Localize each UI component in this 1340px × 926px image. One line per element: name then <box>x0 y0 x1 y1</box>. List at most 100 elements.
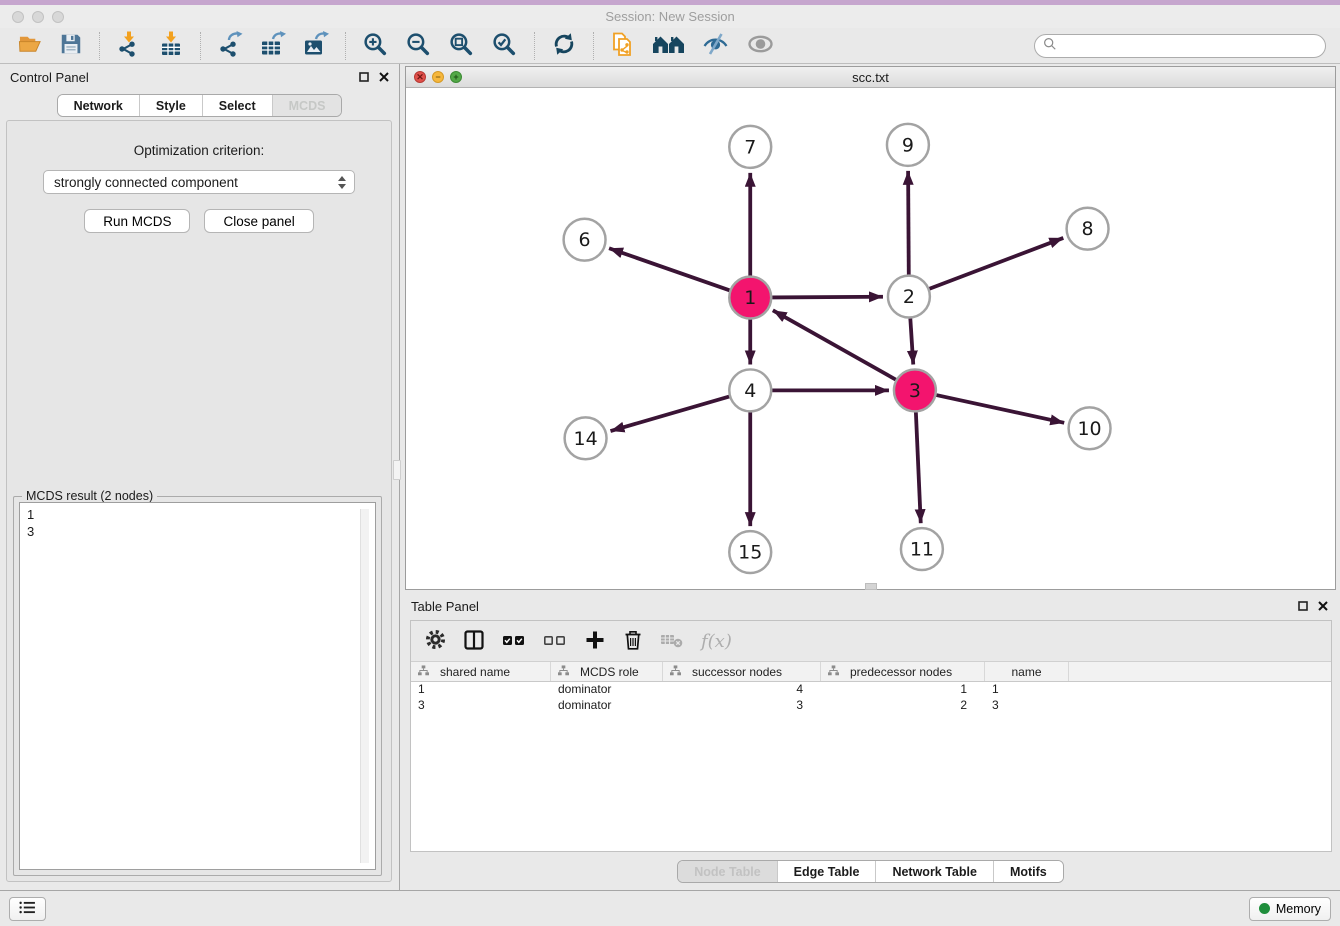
first-neighbors-button[interactable] <box>644 30 693 62</box>
column-header-shared-name[interactable]: shared name <box>411 662 551 681</box>
clone-network-icon <box>610 31 636 61</box>
search-input[interactable] <box>1062 39 1317 53</box>
window-title: Session: New Session <box>0 9 1340 24</box>
network-window-title: scc.txt <box>406 70 1335 85</box>
export-table-button[interactable] <box>251 30 294 62</box>
toolbar-separator <box>345 32 346 60</box>
float-panel-icon[interactable] <box>359 70 369 85</box>
add-icon <box>584 629 606 654</box>
application-window: Session: New Session <box>0 0 1340 926</box>
mcds-panel: Optimization criterion: strongly connect… <box>6 120 392 882</box>
open-session-button[interactable] <box>10 30 51 62</box>
graph-node-6[interactable]: 6 <box>564 219 606 261</box>
network-maximize-button[interactable]: + <box>450 71 462 83</box>
close-panel-button[interactable]: Close panel <box>204 209 313 233</box>
network-close-button[interactable]: ✕ <box>414 71 426 83</box>
import-network-button[interactable] <box>108 30 150 62</box>
column-tree-icon <box>828 665 839 679</box>
edge-2-3[interactable] <box>910 318 913 364</box>
network-minimize-button[interactable]: − <box>432 71 444 83</box>
tab-mcds[interactable]: MCDS <box>272 95 342 116</box>
zoom-in-button[interactable] <box>354 30 397 62</box>
close-panel-icon[interactable] <box>379 70 389 85</box>
task-history-button[interactable] <box>9 897 46 921</box>
export-image-button[interactable] <box>294 30 337 62</box>
graph-node-8[interactable]: 8 <box>1067 208 1109 250</box>
zoom-selected-button[interactable] <box>483 30 526 62</box>
delete-column-button[interactable] <box>660 625 684 657</box>
graph-node-2[interactable]: 2 <box>888 276 930 318</box>
dropdown-stepper-icon <box>338 176 348 189</box>
zoom-out-icon <box>405 31 432 61</box>
edge-4-14[interactable] <box>610 397 729 432</box>
graph-node-4[interactable]: 4 <box>729 369 771 411</box>
graph-node-9[interactable]: 9 <box>887 124 929 166</box>
edge-3-10[interactable] <box>936 395 1064 423</box>
tab-style[interactable]: Style <box>139 95 202 116</box>
tab-motifs[interactable]: Motifs <box>993 861 1063 882</box>
graph-node-14[interactable]: 14 <box>565 417 607 459</box>
export-network-button[interactable] <box>209 30 251 62</box>
panes-icon <box>463 629 485 654</box>
window-resize-grip[interactable] <box>865 583 877 590</box>
import-table-icon <box>158 31 184 60</box>
save-session-button[interactable] <box>51 30 91 62</box>
table-row[interactable]: 1 dominator 4 1 1 <box>411 682 1331 698</box>
unselect-all-button[interactable] <box>543 625 567 657</box>
memory-status-icon <box>1259 903 1270 914</box>
mcds-result-text[interactable]: 1 3 <box>19 502 376 870</box>
edge-3-11[interactable] <box>916 412 921 523</box>
clone-network-button[interactable] <box>602 30 644 62</box>
import-table-button[interactable] <box>150 30 192 62</box>
select-all-button[interactable] <box>502 625 526 657</box>
trash-icon <box>623 629 643 654</box>
search-field[interactable] <box>1034 34 1326 58</box>
edge-2-8[interactable] <box>929 238 1063 289</box>
zoom-out-button[interactable] <box>397 30 440 62</box>
column-header-predecessor-nodes[interactable]: predecessor nodes <box>821 662 985 681</box>
splitter-grip[interactable] <box>393 460 401 480</box>
table-row[interactable]: 3 dominator 3 2 3 <box>411 698 1331 714</box>
column-header-successor-nodes[interactable]: successor nodes <box>663 662 821 681</box>
show-all-button[interactable] <box>738 30 783 62</box>
show-columns-button[interactable] <box>463 625 485 657</box>
edge-1-2[interactable] <box>772 297 883 298</box>
optimization-criterion-dropdown[interactable]: strongly connected component <box>43 170 355 194</box>
memory-button[interactable]: Memory <box>1249 897 1331 921</box>
float-panel-icon[interactable] <box>1298 599 1308 614</box>
graph-node-10[interactable]: 10 <box>1069 407 1111 449</box>
graph-node-3[interactable]: 3 <box>894 369 936 411</box>
tab-node-table[interactable]: Node Table <box>678 861 776 882</box>
edge-3-1[interactable] <box>773 310 896 379</box>
graph-node-15[interactable]: 15 <box>729 531 771 573</box>
cell-shared-name: 1 <box>411 682 551 698</box>
graph-node-1[interactable]: 1 <box>729 277 771 319</box>
add-column-button[interactable] <box>584 625 606 657</box>
edge-1-6[interactable] <box>609 248 729 290</box>
first-neighbors-icon <box>652 32 685 59</box>
tab-select[interactable]: Select <box>202 95 272 116</box>
network-canvas[interactable]: 7 9 6 8 1 2 4 3 14 10 15 11 <box>406 89 1335 589</box>
table-panel-title: Table Panel <box>411 599 479 614</box>
result-scrollbar[interactable] <box>360 509 369 863</box>
column-header-name[interactable]: name <box>985 662 1069 681</box>
function-builder-button[interactable]: f(x) <box>701 625 732 657</box>
zoom-fit-button[interactable] <box>440 30 483 62</box>
table-settings-button[interactable] <box>425 625 446 657</box>
delete-row-button[interactable] <box>623 625 643 657</box>
graph-node-7[interactable]: 7 <box>729 126 771 168</box>
mcds-result-title: MCDS result (2 nodes) <box>22 489 157 503</box>
toolbar-separator <box>534 32 535 60</box>
graph-node-11[interactable]: 11 <box>901 528 943 570</box>
tab-edge-table[interactable]: Edge Table <box>777 861 876 882</box>
close-panel-icon[interactable] <box>1318 599 1328 614</box>
toolbar-separator <box>99 32 100 60</box>
tab-network-table[interactable]: Network Table <box>875 861 993 882</box>
refresh-button[interactable] <box>543 30 585 62</box>
tab-network[interactable]: Network <box>58 95 139 116</box>
column-header-mcds-role[interactable]: MCDS role <box>551 662 663 681</box>
hide-selected-button[interactable] <box>693 30 738 62</box>
network-window-titlebar[interactable]: scc.txt ✕ − + <box>406 67 1335 88</box>
edge-2-9[interactable] <box>908 171 909 275</box>
run-mcds-button[interactable]: Run MCDS <box>84 209 190 233</box>
